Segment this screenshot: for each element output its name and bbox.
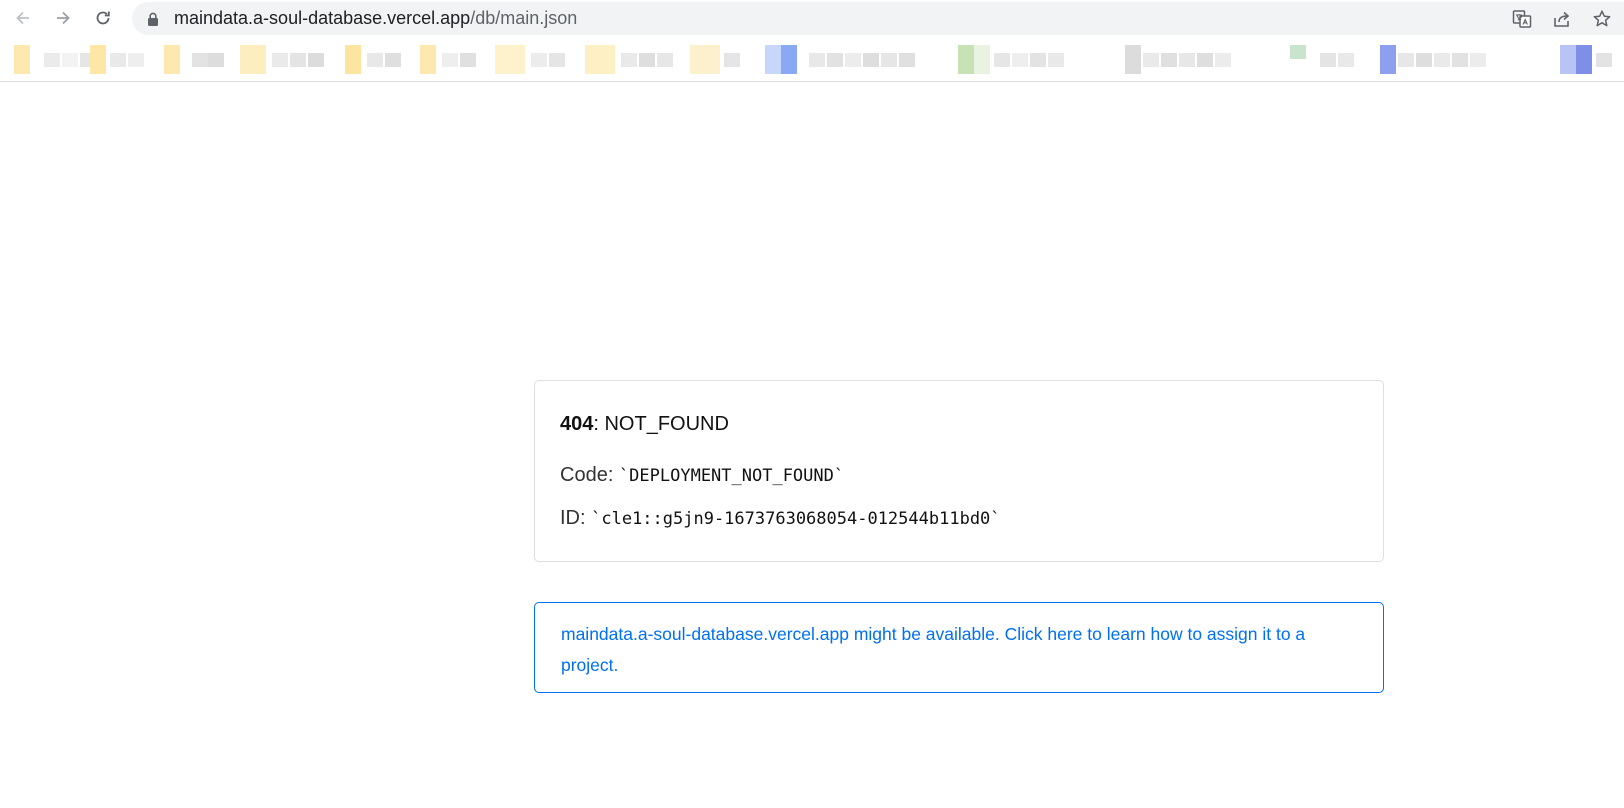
bookmark-item[interactable] — [164, 45, 228, 74]
error-id-label: ID: — [560, 507, 592, 529]
bookmark-item[interactable] — [240, 45, 340, 74]
url-path: /db/main.json — [470, 8, 578, 28]
bookmark-item[interactable] — [14, 45, 99, 74]
error-code-line: Code: `DEPLOYMENT_NOT_FOUND` — [560, 464, 844, 487]
assign-domain-link[interactable]: maindata.a-soul-database.vercel.app migh… — [561, 619, 1357, 681]
bookmark-star-icon — [1593, 10, 1611, 27]
error-code-value: `DEPLOYMENT_NOT_FOUND` — [618, 466, 845, 486]
bookmark-item[interactable] — [345, 45, 405, 74]
forward-arrow-icon — [57, 11, 70, 25]
bookmark-item[interactable] — [495, 45, 570, 74]
bookmarks-bar — [0, 37, 1624, 82]
translate-button[interactable] — [1512, 9, 1532, 29]
address-bar[interactable]: maindata.a-soul-database.vercel.app/db/m… — [132, 2, 1624, 35]
assign-domain-notice: maindata.a-soul-database.vercel.app migh… — [534, 602, 1384, 693]
error-code-label: Code: — [560, 464, 619, 486]
bookmark-item[interactable] — [90, 45, 150, 74]
error-id-value: `cle1::g5jn9-1673763068054-012544b11bd0` — [591, 509, 1001, 529]
error-message: : NOT_FOUND — [593, 413, 729, 435]
error-card: 404: NOT_FOUND Code: `DEPLOYMENT_NOT_FOU… — [534, 380, 1384, 562]
back-button[interactable] — [9, 4, 37, 32]
browser-toolbar: maindata.a-soul-database.vercel.app/db/m… — [0, 0, 1624, 37]
error-id-line: ID: `cle1::g5jn9-1673763068054-012544b11… — [560, 507, 1001, 530]
url-host: maindata.a-soul-database.vercel.app — [174, 8, 471, 28]
reload-icon — [96, 11, 110, 25]
bookmark-item[interactable] — [690, 45, 750, 74]
translate-icon — [1512, 10, 1532, 28]
bookmark-item[interactable] — [420, 45, 480, 74]
lock-icon[interactable] — [147, 12, 159, 26]
bookmark-item[interactable] — [1380, 45, 1540, 74]
back-arrow-icon — [16, 11, 29, 25]
bookmark-star-button[interactable] — [1592, 9, 1612, 29]
bookmark-item[interactable] — [958, 45, 1098, 74]
forward-button[interactable] — [49, 4, 77, 32]
url-text[interactable]: maindata.a-soul-database.vercel.app/db/m… — [174, 9, 577, 28]
error-title: 404: NOT_FOUND — [560, 413, 729, 436]
share-button[interactable] — [1552, 9, 1572, 29]
bookmark-item[interactable] — [765, 45, 940, 74]
bookmark-item[interactable] — [585, 45, 675, 74]
bookmark-item[interactable] — [1560, 45, 1620, 74]
bookmark-item[interactable] — [1125, 45, 1365, 74]
reload-button[interactable] — [89, 4, 117, 32]
error-status: 404 — [560, 413, 594, 435]
share-icon — [1554, 11, 1570, 27]
